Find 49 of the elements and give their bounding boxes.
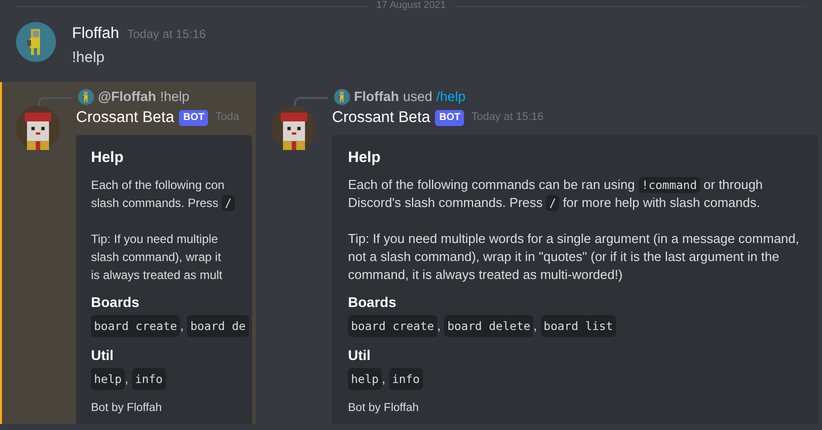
bot-tag: BOT xyxy=(435,110,464,126)
timestamp: Today at 15:16 xyxy=(127,26,206,43)
embed-title: Help xyxy=(348,148,382,168)
inline-code: help xyxy=(91,368,125,390)
reply-text: used xyxy=(403,88,432,106)
separator: , xyxy=(180,316,185,335)
reply-author[interactable]: @Floffah xyxy=(98,86,156,108)
inline-code: board list xyxy=(540,314,616,337)
embed-footer: Bot by Floffah xyxy=(91,400,252,417)
avatar[interactable] xyxy=(16,22,56,62)
separator: , xyxy=(533,316,538,335)
timestamp: Today at 15:16 xyxy=(471,110,544,126)
avatar[interactable] xyxy=(272,106,316,150)
message-text: !help xyxy=(72,48,106,68)
timestamp: Toda xyxy=(215,110,240,126)
inline-code: board create xyxy=(91,314,180,337)
separator: , xyxy=(382,370,386,388)
separator: , xyxy=(124,370,130,388)
embed-text: Tip: If you need multiple slash command), wrap it is always treated as mult xyxy=(91,230,224,284)
author-name[interactable]: Crossant Beta xyxy=(76,106,174,130)
embed-text: Tip: If you need multiple words for a single argument (in a message command, not a slash command), wrap it in "quotes" (or if it is the last argument in the command, it is always treated as multi-worded!) xyxy=(348,230,800,284)
avatar xyxy=(78,89,94,105)
avatar xyxy=(334,89,350,105)
field-name: Util xyxy=(348,346,372,365)
separator: , xyxy=(437,316,442,335)
reply-author[interactable]: Floffah xyxy=(354,86,399,108)
date-divider: 17 August 2021 xyxy=(376,0,446,12)
inline-code: help xyxy=(348,368,382,390)
embed-text: Each of the following commands can be ran using !command or through Discord's slash commands. Press / for more help with slash comands. xyxy=(348,176,764,212)
inline-code: info xyxy=(132,368,166,390)
inline-code: / xyxy=(222,194,235,211)
inline-code: board create xyxy=(348,314,438,337)
command-link[interactable]: /help xyxy=(436,86,466,108)
field-name: Util xyxy=(91,346,115,365)
author-name[interactable]: Crossant Beta xyxy=(332,106,430,130)
field-name: Boards xyxy=(348,292,398,312)
author-name[interactable]: Floffah xyxy=(72,22,120,46)
inline-code: / xyxy=(546,194,560,211)
embed-title: Help xyxy=(91,148,125,168)
inline-code: !command xyxy=(638,176,700,193)
embed-footer: Bot by Floffah xyxy=(348,400,802,417)
inline-code: info xyxy=(388,368,423,390)
reply-preview[interactable]: !help xyxy=(160,86,190,108)
inline-code: board delete xyxy=(444,314,534,337)
bot-tag: BOT xyxy=(179,110,208,126)
field-name: Boards xyxy=(91,292,140,312)
inline-code: board de xyxy=(187,314,249,337)
avatar[interactable] xyxy=(16,106,60,150)
embed-text: Each of the following con slash commands. Press / xyxy=(91,176,252,212)
